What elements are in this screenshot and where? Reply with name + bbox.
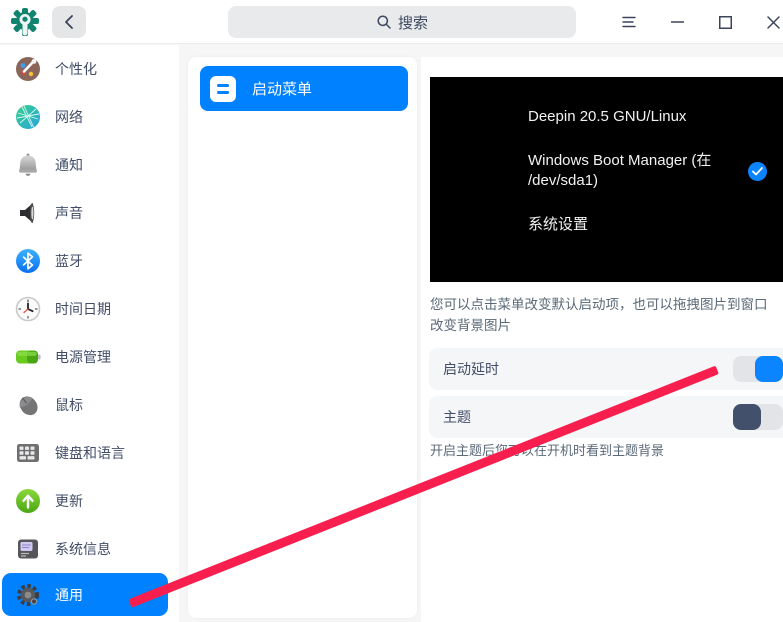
- sidebar-item-label: 键盘和语言: [55, 445, 125, 461]
- sidebar-item-bluetooth[interactable]: 蓝牙: [0, 237, 179, 285]
- submenu-item-label: 启动菜单: [252, 81, 313, 98]
- boot-entry-label: Deepin 20.5 GNU/Linux: [528, 108, 687, 125]
- sidebar-item-label: 时间日期: [55, 301, 111, 317]
- general-icon: [14, 581, 42, 609]
- search-icon: [376, 14, 392, 30]
- setting-row-theme: 主题: [429, 396, 783, 438]
- sidebar-item-mouse[interactable]: 鼠标: [0, 381, 179, 429]
- sysinfo-icon: [14, 535, 42, 563]
- submenu-panel: 启动菜单: [188, 57, 417, 618]
- sidebar-item-label: 鼠标: [55, 397, 83, 413]
- sidebar-item-label: 声音: [55, 205, 83, 221]
- sidebar-item-label: 系统信息: [55, 541, 111, 557]
- update-icon: [14, 487, 42, 515]
- titlebar: 搜索: [0, 0, 783, 44]
- sidebar: 个性化 网络 通知 声音 蓝牙 时间日期 电源管理 鼠标 键盘和语言 更新 系统…: [0, 45, 179, 622]
- sound-icon: [14, 199, 42, 227]
- boot-entry-label: Windows Boot Manager (在 /dev/sda1): [528, 151, 712, 190]
- network-icon: [14, 103, 42, 131]
- personalization-icon: [14, 55, 42, 83]
- menu-icon[interactable]: [605, 0, 653, 44]
- sidebar-item-update[interactable]: 更新: [0, 477, 179, 525]
- close-icon[interactable]: [749, 0, 783, 44]
- sidebar-item-sound[interactable]: 声音: [0, 189, 179, 237]
- back-button[interactable]: [52, 6, 86, 38]
- sidebar-item-sysinfo[interactable]: 系统信息: [0, 525, 179, 573]
- setting-row-boot-delay: 启动延时: [429, 348, 783, 390]
- app-logo-icon: [8, 5, 42, 39]
- sidebar-item-general[interactable]: 通用: [2, 573, 168, 616]
- boot-menu-settings-panel: Deepin 20.5 GNU/Linux Windows Boot Manag…: [421, 57, 783, 622]
- sidebar-item-network[interactable]: 网络: [0, 93, 179, 141]
- search-placeholder: 搜索: [397, 14, 428, 32]
- submenu-item-boot-menu[interactable]: 启动菜单: [200, 66, 408, 111]
- sidebar-item-label: 通用: [55, 586, 83, 603]
- boot-entry[interactable]: Deepin 20.5 GNU/Linux: [528, 107, 783, 128]
- control-center-window: 搜索 个性化 网络 通知 声音 蓝牙 时间日期 电源管理 鼠标 键盘和语言 更新…: [0, 0, 783, 622]
- theme-hint: 开启主题后您可以在开机时看到主题背景: [430, 443, 665, 458]
- boot-menu-hint: 您可以点击菜单改变默认启动项，也可以拖拽图片到窗口改变背景图片: [430, 297, 768, 333]
- boot-entry[interactable]: 系统设置: [528, 215, 783, 236]
- theme-label: 主题: [443, 409, 471, 425]
- power-icon: [14, 343, 42, 371]
- mouse-icon: [14, 391, 42, 419]
- minimize-icon[interactable]: [653, 0, 701, 44]
- boot-entry-label: 系统设置: [528, 216, 589, 234]
- notification-icon: [14, 151, 42, 179]
- sidebar-item-datetime[interactable]: 时间日期: [0, 285, 179, 333]
- theme-toggle[interactable]: [733, 404, 783, 430]
- selected-check-icon: [748, 161, 767, 181]
- window-controls: [605, 0, 783, 44]
- sidebar-item-personalization[interactable]: 个性化: [0, 45, 179, 93]
- sidebar-item-label: 通知: [55, 157, 83, 173]
- sidebar-item-keyboard[interactable]: 键盘和语言: [0, 429, 179, 477]
- sidebar-item-label: 蓝牙: [55, 253, 83, 269]
- maximize-icon[interactable]: [701, 0, 749, 44]
- boot-preview: Deepin 20.5 GNU/Linux Windows Boot Manag…: [430, 77, 783, 282]
- sidebar-item-power[interactable]: 电源管理: [0, 333, 179, 381]
- sidebar-item-label: 个性化: [55, 61, 97, 77]
- boot-menu-icon: [210, 75, 236, 102]
- bluetooth-icon: [14, 247, 42, 275]
- search-input[interactable]: 搜索: [228, 6, 576, 38]
- datetime-icon: [14, 295, 42, 323]
- boot-entry[interactable]: Windows Boot Manager (在 /dev/sda1): [528, 151, 783, 192]
- keyboard-icon: [14, 439, 42, 467]
- sidebar-item-label: 网络: [55, 109, 83, 125]
- sidebar-item-label: 更新: [55, 493, 83, 509]
- boot-delay-toggle[interactable]: [733, 356, 783, 382]
- sidebar-item-notification[interactable]: 通知: [0, 141, 179, 189]
- boot-delay-label: 启动延时: [443, 361, 499, 377]
- sidebar-item-label: 电源管理: [55, 349, 111, 365]
